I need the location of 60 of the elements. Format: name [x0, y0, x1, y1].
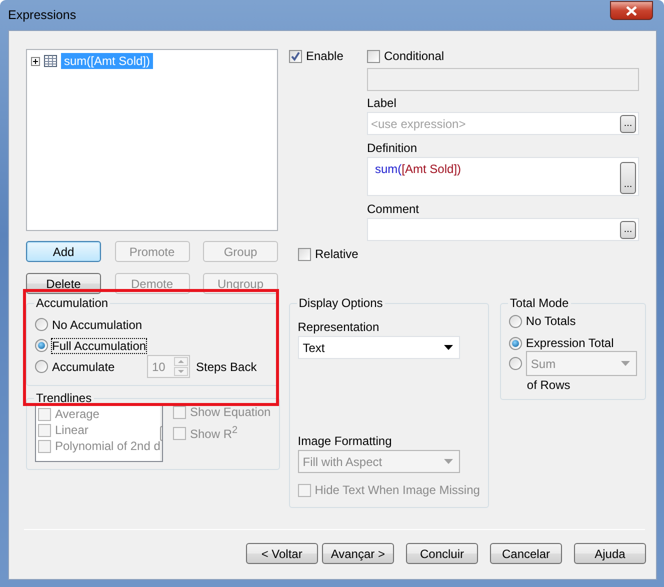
group-title: Trendlines	[35, 391, 93, 405]
radio-button[interactable]	[508, 314, 522, 328]
checkbox[interactable]	[173, 426, 186, 440]
steps-label: Steps Back	[196, 360, 257, 374]
window-title: Expressions	[8, 8, 76, 22]
group-title: Accumulation	[35, 296, 110, 310]
dropdown-arrow-icon	[444, 345, 453, 350]
expression-text: sum([Amt Sold])	[375, 162, 462, 176]
table-icon	[44, 55, 57, 67]
wizard-button[interactable]: < Voltar	[246, 543, 318, 564]
close-icon	[626, 6, 637, 16]
browse-button[interactable]: ...	[620, 162, 636, 194]
conditional-checkbox[interactable]	[367, 50, 380, 62]
comment-field[interactable]: ...	[367, 218, 639, 241]
field-label: of Rows	[526, 378, 572, 392]
condition-field[interactable]	[367, 68, 639, 91]
radio-button[interactable]	[508, 357, 522, 370]
checkbox-label: Show R$^{2}$	[190, 425, 238, 441]
radio-button[interactable]	[35, 360, 48, 373]
checkbox[interactable]	[173, 406, 186, 418]
field-label: Comment	[367, 202, 420, 216]
expand-icon[interactable]	[31, 56, 40, 66]
checkbox-label: Hide Text When Image Missing	[314, 483, 480, 497]
checkbox[interactable]	[38, 440, 51, 452]
radio-label: Accumulate	[52, 360, 116, 374]
browse-button[interactable]: ...	[620, 114, 636, 132]
group-title: Total Mode	[508, 296, 570, 310]
wizard-button[interactable]: Avançar >	[322, 543, 394, 564]
radio-label: No Accumulation	[52, 318, 142, 332]
checkbox-label: Enable	[306, 49, 344, 63]
wizard-button[interactable]: Ajuda	[574, 543, 646, 564]
close-button[interactable]	[610, 1, 653, 20]
browse-button[interactable]: ...	[620, 220, 636, 238]
field-label: Image Formatting	[298, 434, 393, 448]
label-field[interactable]: <use expression> ...	[367, 112, 639, 135]
group-title: Display Options	[298, 296, 384, 310]
radio-button[interactable]	[35, 318, 48, 331]
field-label: Representation	[298, 320, 380, 334]
wizard-button[interactable]: Cancelar	[490, 543, 562, 564]
dropdown-arrow-icon	[444, 459, 453, 464]
checkbox-label: Show Equation	[190, 405, 271, 419]
radio-button[interactable]	[35, 339, 48, 352]
checkbox[interactable]	[38, 408, 51, 420]
radio-button[interactable]	[508, 336, 522, 350]
checkbox-label: Relative	[315, 247, 358, 261]
radio-label: Full Accumulation	[52, 338, 146, 352]
field-label: Label	[367, 96, 398, 110]
field-label: Definition	[367, 141, 418, 155]
enable-checkbox[interactable]	[289, 50, 302, 62]
checkbox-label: Conditional	[384, 49, 444, 63]
representation-dropdown[interactable]: Text	[298, 336, 460, 359]
relative-checkbox[interactable]	[298, 248, 311, 260]
definition-field[interactable]: sum([Amt Sold]) ...	[367, 157, 639, 196]
list-button[interactable]: Add	[26, 241, 101, 262]
spinner-arrows-icon[interactable]	[174, 357, 188, 376]
checkbox[interactable]	[38, 424, 51, 436]
radio-label: No Totals	[526, 314, 576, 328]
dropdown-arrow-icon	[620, 361, 630, 366]
radio-label: Expression Total	[526, 336, 614, 350]
wizard-button[interactable]: Concluir	[406, 543, 478, 564]
